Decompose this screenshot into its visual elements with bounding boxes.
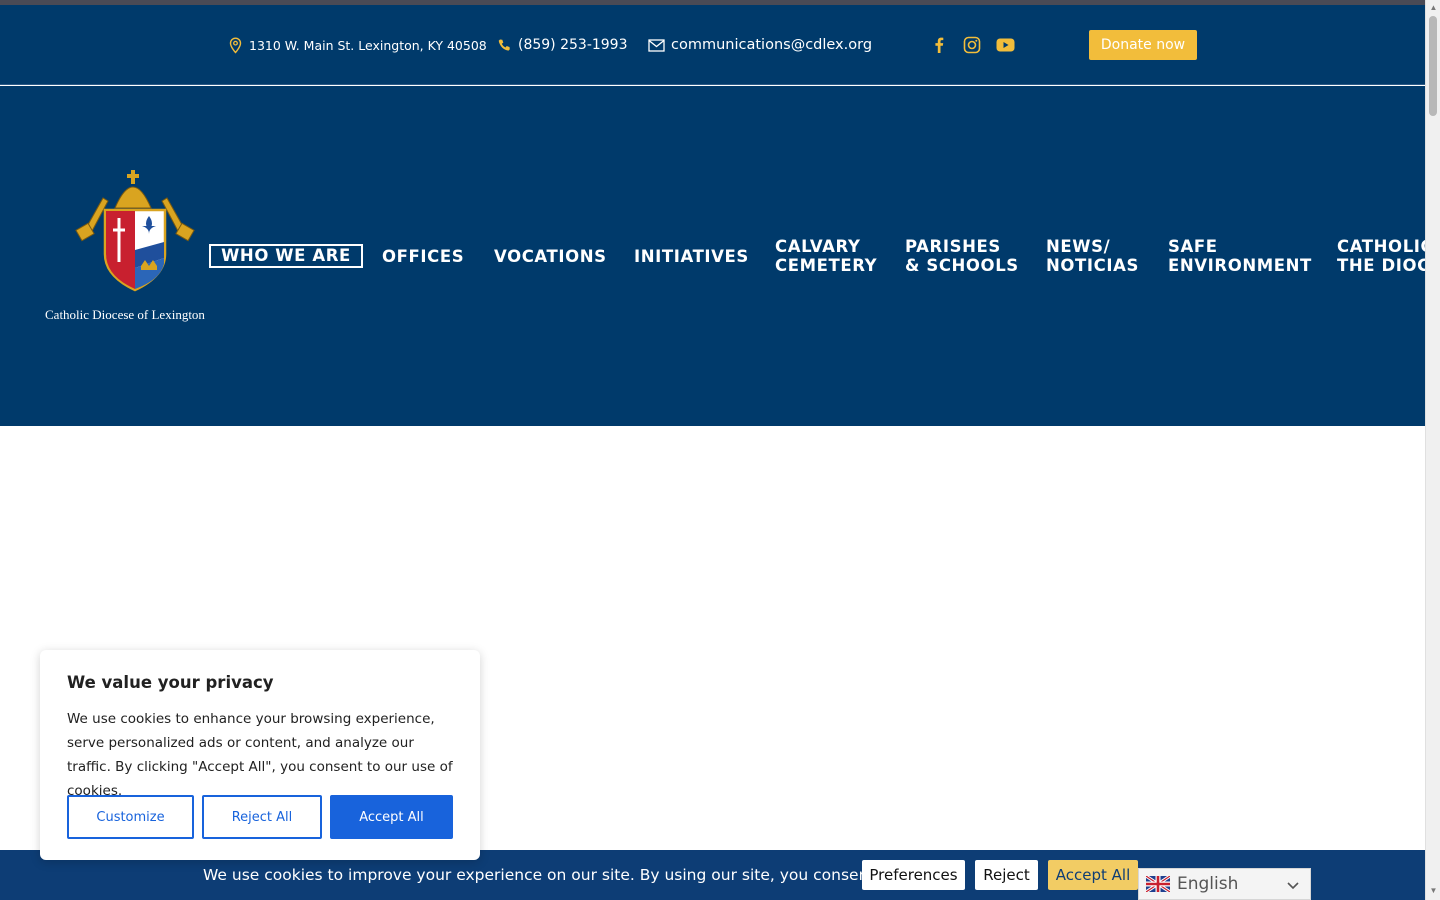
youtube-link[interactable] [996, 5, 1015, 85]
phone-link[interactable]: (859) 253-1993 [497, 5, 628, 85]
scrollbar-thumb[interactable] [1429, 16, 1437, 116]
preferences-button[interactable]: Preferences [862, 860, 965, 890]
logo-caption: Catholic Diocese of Lexington [45, 307, 205, 322]
nav-safe-environment[interactable]: SAFE ENVIRONMENT [1168, 237, 1312, 275]
nav-offices-label: OFFICES [382, 247, 465, 266]
mail-icon [648, 38, 665, 52]
location-pin-icon [229, 36, 242, 54]
nav-who-we-are-label: WHO WE ARE [221, 246, 351, 265]
reject-all-button[interactable]: Reject All [202, 795, 322, 839]
nav-offices[interactable]: OFFICES [382, 247, 464, 266]
nav-news-noticias[interactable]: NEWS/ NOTICIAS [1046, 237, 1139, 275]
nav-safe-line1: SAFE [1168, 237, 1218, 256]
nav-calvary-line1: CALVARY [775, 237, 861, 256]
address-link[interactable]: 1310 W. Main St. Lexington, KY 40508 [228, 5, 487, 85]
nav-catholic-line1: CATHOLIC [1337, 237, 1425, 256]
nav-vocations[interactable]: VOCATIONS [494, 247, 607, 266]
nav-news-line2: NOTICIAS [1046, 256, 1139, 275]
phone-text: (859) 253-1993 [518, 37, 628, 53]
nav-initiatives[interactable]: INITIATIVES [634, 247, 749, 266]
facebook-link[interactable] [932, 5, 946, 85]
cookie-modal-text: We use cookies to enhance your browsing … [67, 711, 453, 799]
instagram-icon [963, 36, 981, 54]
scroll-up-arrow-icon[interactable]: ▲ [1429, 3, 1438, 12]
cookie-consent-modal: We value your privacy We use cookies to … [40, 650, 480, 860]
email-link[interactable]: communications@cdlex.org [648, 5, 872, 85]
diocese-crest-logo[interactable] [45, 168, 225, 328]
cookie-modal-title: We value your privacy [67, 673, 274, 692]
customize-button[interactable]: Customize [67, 795, 194, 839]
nav-safe-line2: ENVIRONMENT [1168, 256, 1312, 275]
facebook-icon [935, 37, 944, 53]
email-text: communications@cdlex.org [671, 37, 873, 53]
page-scrollbar[interactable]: ▲ ▼ [1425, 0, 1440, 900]
nav-calvary-cemetery[interactable]: CALVARY CEMETERY [775, 237, 877, 275]
accept-all-button[interactable]: Accept All [330, 795, 453, 839]
chevron-down-icon [1287, 882, 1299, 890]
nav-parishes-line2: & SCHOOLS [905, 256, 1019, 275]
address-text: 1310 W. Main St. Lexington, KY 40508 [249, 37, 487, 53]
nav-calvary-line2: CEMETERY [775, 256, 878, 275]
nav-news-line1: NEWS/ [1046, 237, 1111, 256]
phone-icon [498, 39, 510, 51]
nav-vocations-label: VOCATIONS [494, 247, 607, 266]
site-header: Catholic Diocese of Lexington WHO WE ARE… [0, 86, 1425, 426]
nav-initiatives-label: INITIATIVES [634, 247, 749, 266]
cookie-bar-accept-button[interactable]: Accept All [1048, 860, 1138, 890]
nav-who-we-are[interactable]: WHO WE ARE [209, 244, 363, 268]
instagram-link[interactable] [963, 5, 981, 85]
donate-button[interactable]: Donate now [1089, 30, 1197, 60]
youtube-icon [996, 38, 1015, 52]
nav-catholic-diocese[interactable]: CATHOLIC THE DIOCE [1337, 237, 1425, 275]
cookie-bar-reject-button[interactable]: Reject [975, 860, 1038, 890]
nav-parishes-schools[interactable]: PARISHES & SCHOOLS [905, 237, 1019, 275]
nav-parishes-line1: PARISHES [905, 237, 1001, 256]
nav-catholic-line2: THE DIOCE [1337, 256, 1425, 275]
language-label: English [1177, 874, 1239, 894]
language-selector[interactable]: English [1138, 868, 1311, 900]
scroll-down-arrow-icon[interactable]: ▼ [1429, 886, 1438, 895]
uk-flag-icon [1146, 876, 1170, 892]
top-contact-bar: 1310 W. Main St. Lexington, KY 40508 (85… [0, 5, 1425, 85]
